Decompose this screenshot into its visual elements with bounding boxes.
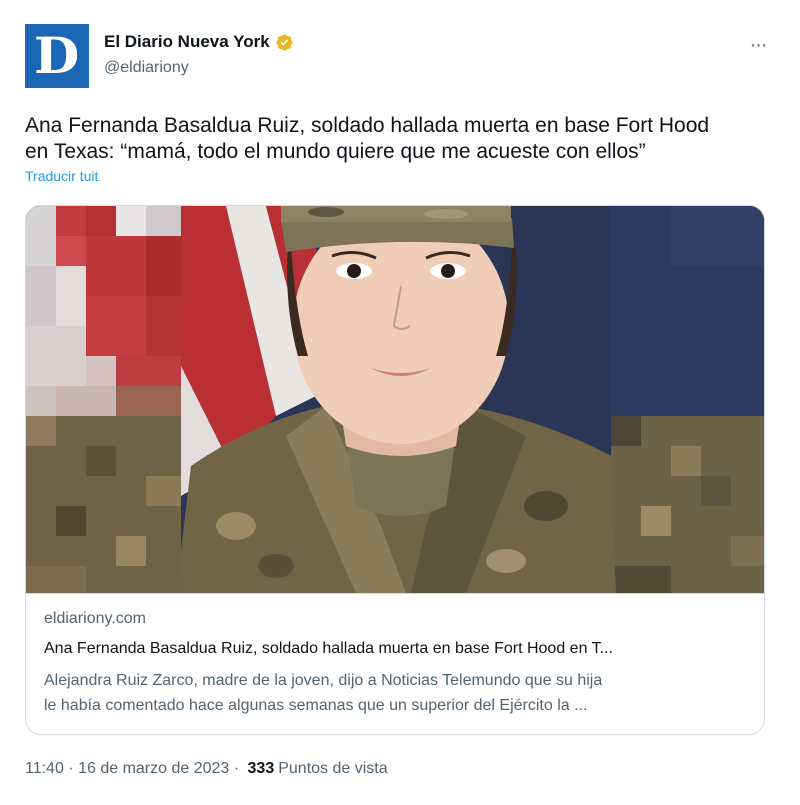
tweet-header: D El Diario Nueva York @eldiariony ··· [25,24,775,88]
account-display-name[interactable]: El Diario Nueva York [104,32,270,52]
soldier-portrait-image [26,206,764,593]
card-image[interactable] [26,206,764,593]
tweet-text: Ana Fernanda Basaldua Ruiz, soldado hall… [25,113,775,165]
pixelated-left-region [26,206,181,593]
avatar-logo-letter: D [34,26,80,85]
card-description: Alejandra Ruiz Zarco, madre de la joven,… [44,668,749,718]
card-description-line: le había comentado hace algunas semanas … [44,697,588,714]
views-count[interactable]: 333 [248,760,275,778]
name-row: El Diario Nueva York [104,32,294,52]
card-description-line: Alejandra Ruiz Zarco, madre de la joven,… [44,672,603,689]
more-options-button[interactable]: ··· [741,34,775,56]
tweet-date[interactable]: 16 de marzo de 2023 [78,760,229,778]
verified-badge-icon [276,33,293,51]
account-handle[interactable]: @eldiariony [104,59,189,77]
card-domain: eldiariony.com [44,610,146,627]
account-avatar[interactable]: D [25,24,89,88]
card-title[interactable]: Ana Fernanda Basaldua Ruiz, soldado hall… [44,640,749,658]
tweet-text-line: en Texas: “mamá, todo el mundo quiere qu… [25,140,646,163]
pixelated-right-region [611,206,764,593]
meta-separator: · [63,760,79,777]
card-divider [26,593,764,594]
tweet-text-line: Ana Fernanda Basaldua Ruiz, soldado hall… [25,114,710,137]
link-preview-card[interactable]: eldiariony.com Ana Fernanda Basaldua Rui… [25,205,765,735]
translate-tweet-link[interactable]: Traducir tuit [25,168,98,184]
meta-separator: · [229,760,244,777]
tweet-meta: 11:40 · 16 de marzo de 2023 · 333 Puntos… [25,760,388,778]
tweet-time[interactable]: 11:40 [25,760,64,778]
views-label: Puntos de vista [278,760,388,777]
